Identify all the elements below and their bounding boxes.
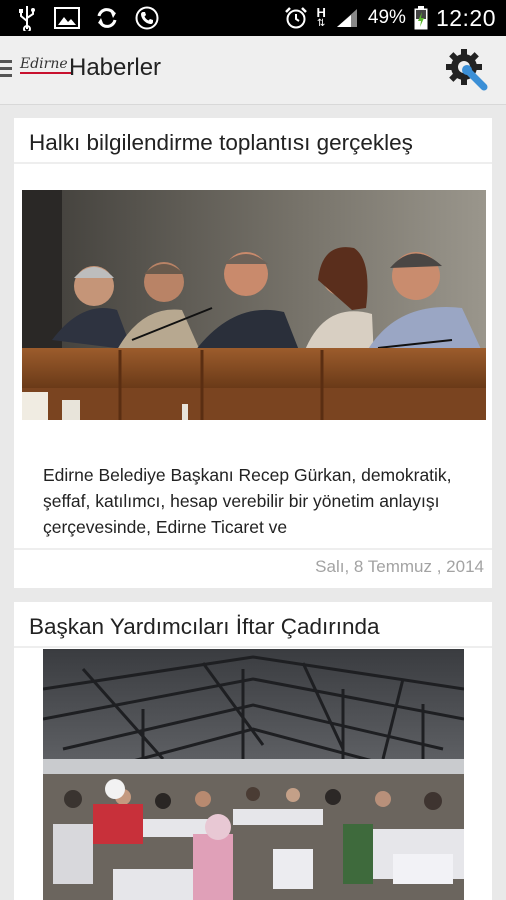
battery-percent: 49%	[367, 7, 406, 28]
news-photo[interactable]	[22, 190, 486, 420]
news-footer: Salı, 8 Temmuz , 2014	[14, 548, 492, 588]
sync-icon	[94, 5, 120, 31]
signal-icon	[334, 5, 360, 31]
menu-icon[interactable]	[0, 60, 12, 78]
image-icon	[54, 5, 80, 31]
clock: 12:20	[435, 4, 496, 31]
status-bar: H ⇅ 49% 12:20	[0, 0, 506, 36]
app-logo[interactable]: Edirne	[20, 56, 72, 74]
news-date: Salı, 8 Temmuz , 2014	[315, 557, 484, 576]
settings-icon[interactable]	[444, 47, 490, 93]
news-excerpt: Edirne Belediye Başkanı Recep Gürkan, de…	[43, 465, 452, 537]
network-type: H ⇅	[316, 5, 326, 29]
news-card[interactable]: Halkı bilgilendirme toplantısı gerçekleş	[14, 118, 492, 588]
action-bar: Edirne Haberler	[0, 36, 506, 105]
phone-icon	[134, 5, 160, 31]
usb-icon	[14, 5, 40, 31]
alarm-icon	[283, 5, 309, 31]
news-title[interactable]: Halkı bilgilendirme toplantısı gerçekleş	[14, 118, 492, 164]
notification-icons	[14, 5, 160, 31]
news-title[interactable]: Başkan Yardımcıları İftar Çadırında	[14, 602, 492, 648]
battery-icon	[414, 5, 428, 31]
page-title: Haberler	[69, 54, 162, 81]
news-photo[interactable]	[43, 649, 464, 900]
news-card[interactable]: Başkan Yardımcıları İftar Çadırında	[14, 602, 492, 900]
